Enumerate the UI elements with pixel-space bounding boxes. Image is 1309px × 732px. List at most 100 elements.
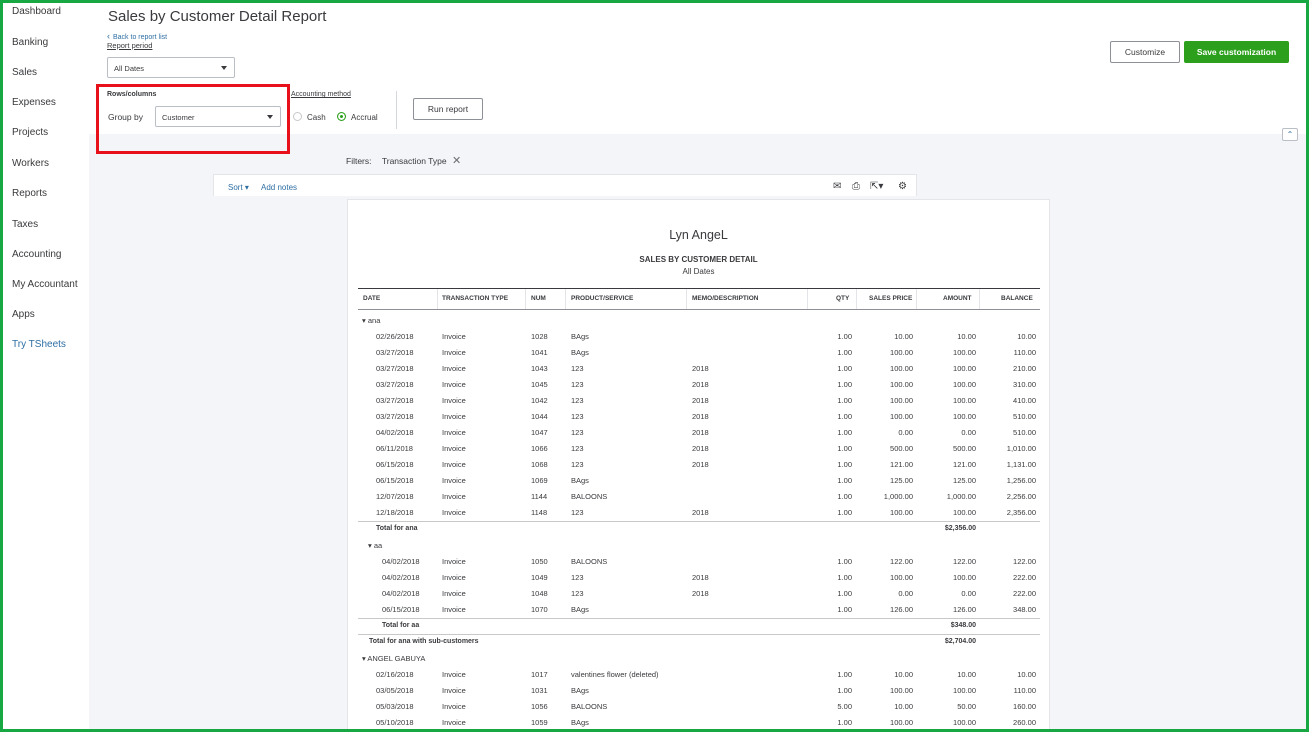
column-header-amount[interactable]: AMOUNT: [943, 295, 972, 302]
column-header-product-service[interactable]: PRODUCT/SERVICE: [571, 295, 633, 302]
cell-transaction-type[interactable]: Invoice: [442, 444, 466, 453]
cell-transaction-type[interactable]: Invoice: [442, 332, 466, 341]
sidebar-item-workers[interactable]: Workers: [12, 158, 49, 169]
sort-dropdown[interactable]: Sort ▾: [228, 183, 249, 192]
cell-amount: 121.00: [953, 460, 976, 469]
sidebar-item-expenses[interactable]: Expenses: [12, 97, 56, 108]
cell-memo: 2018: [692, 396, 709, 405]
cell-sales-price: 10.00: [894, 670, 913, 679]
table-row[interactable]: 05/03/2018 Invoice 1056 BALOONS 5.00 10.00 50.…: [348, 698, 1051, 714]
table-row[interactable]: 04/02/2018 Invoice 1049 123 2018 1.00 100.00 10…: [348, 569, 1051, 585]
cell-transaction-type[interactable]: Invoice: [442, 718, 466, 727]
table-row[interactable]: 03/27/2018 Invoice 1042 123 2018 1.00 100.00 10…: [348, 392, 1051, 408]
cell-transaction-type[interactable]: Invoice: [442, 492, 466, 501]
sidebar-item-banking[interactable]: Banking: [12, 37, 48, 48]
cell-qty: 1.00: [837, 605, 852, 614]
add-notes-link[interactable]: Add notes: [261, 183, 297, 192]
cell-transaction-type[interactable]: Invoice: [442, 702, 466, 711]
cell-date: 02/16/2018: [376, 670, 414, 679]
total-amount[interactable]: $2,704.00: [945, 638, 976, 645]
column-header-memo-description[interactable]: MEMO/DESCRIPTION: [692, 295, 758, 302]
table-row[interactable]: 12/18/2018 Invoice 1148 123 2018 1.00 100.00 10…: [348, 504, 1051, 520]
column-header-qty[interactable]: QTY: [836, 295, 849, 302]
cell-transaction-type[interactable]: Invoice: [442, 428, 466, 437]
sidebar-item-taxes[interactable]: Taxes: [12, 219, 38, 230]
cell-product-service: 123: [571, 380, 584, 389]
cell-qty: 1.00: [837, 412, 852, 421]
table-row[interactable]: 03/27/2018 Invoice 1043 123 2018 1.00 100.00 10…: [348, 360, 1051, 376]
cell-transaction-type[interactable]: Invoice: [442, 508, 466, 517]
cell-transaction-type[interactable]: Invoice: [442, 364, 466, 373]
cell-product-service: BAgs: [571, 348, 589, 357]
save-customization-button[interactable]: Save customization: [1184, 41, 1289, 63]
cell-transaction-type[interactable]: Invoice: [442, 412, 466, 421]
sidebar-item-my-accountant[interactable]: My Accountant: [12, 279, 78, 290]
cell-transaction-type[interactable]: Invoice: [442, 670, 466, 679]
cell-transaction-type[interactable]: Invoice: [442, 460, 466, 469]
cell-transaction-type[interactable]: Invoice: [442, 380, 466, 389]
cell-transaction-type[interactable]: Invoice: [442, 573, 466, 582]
table-row[interactable]: 04/02/2018 Invoice 1050 BALOONS 1.00 122.00 12…: [348, 553, 1051, 569]
table-row[interactable]: 03/27/2018 Invoice 1044 123 2018 1.00 100.00 10…: [348, 408, 1051, 424]
remove-filter-icon[interactable]: ✕: [452, 155, 461, 167]
run-report-button[interactable]: Run report: [413, 98, 483, 120]
customer-group-header[interactable]: ▾ aa: [348, 537, 1051, 553]
table-row[interactable]: 06/15/2018 Invoice 1069 BAgs 1.00 125.00 125.0…: [348, 472, 1051, 488]
radio-accrual[interactable]: Accrual: [337, 112, 378, 122]
radio-circle-selected: [337, 112, 346, 121]
sidebar-item-apps[interactable]: Apps: [12, 309, 35, 320]
total-amount[interactable]: $348.00: [951, 622, 976, 629]
column-header-transaction-type[interactable]: TRANSACTION TYPE: [442, 295, 508, 302]
print-icon[interactable]: ⎙: [852, 181, 860, 192]
cell-balance: 10.00: [1017, 332, 1036, 341]
table-row[interactable]: 02/26/2018 Invoice 1028 BAgs 1.00 10.00 10.00 1…: [348, 328, 1051, 344]
cell-qty: 1.00: [837, 589, 852, 598]
sidebar-item-projects[interactable]: Projects: [12, 127, 48, 138]
table-row[interactable]: 05/10/2018 Invoice 1059 BAgs 1.00 100.00 100.0…: [348, 714, 1051, 729]
table-row[interactable]: 04/02/2018 Invoice 1047 123 2018 1.00 0.00 0.00…: [348, 424, 1051, 440]
sidebar-item-reports[interactable]: Reports: [12, 188, 47, 199]
cell-transaction-type[interactable]: Invoice: [442, 348, 466, 357]
sidebar-item-accounting[interactable]: Accounting: [12, 249, 61, 260]
cell-product-service: BAgs: [571, 605, 589, 614]
sidebar-item-dashboard[interactable]: Dashboard: [12, 6, 61, 17]
table-row[interactable]: 03/27/2018 Invoice 1045 123 2018 1.00 100.00 10…: [348, 376, 1051, 392]
email-icon[interactable]: ✉: [833, 181, 841, 192]
table-row[interactable]: 06/15/2018 Invoice 1070 BAgs 1.00 126.00 126.0…: [348, 601, 1051, 617]
cell-num: 1042: [531, 396, 548, 405]
collapse-panel-button[interactable]: ⌃: [1282, 128, 1298, 141]
customize-button[interactable]: Customize: [1110, 41, 1180, 63]
customer-group-header[interactable]: ▾ ana: [348, 312, 1051, 328]
customer-group-header[interactable]: ▾ ANGEL GABUYA: [348, 650, 1051, 666]
cell-transaction-type[interactable]: Invoice: [442, 557, 466, 566]
main-content: Sales by Customer Detail Report ‹ Back to…: [89, 3, 1306, 729]
table-row[interactable]: 06/15/2018 Invoice 1068 123 2018 1.00 121.00 12…: [348, 456, 1051, 472]
customer-name: ▾ aa: [368, 541, 383, 550]
cell-transaction-type[interactable]: Invoice: [442, 396, 466, 405]
table-row[interactable]: 03/05/2018 Invoice 1031 BAgs 1.00 100.00 100.0…: [348, 682, 1051, 698]
sidebar-item-sales[interactable]: Sales: [12, 67, 37, 78]
back-to-report-list-link[interactable]: ‹ Back to report list: [107, 31, 167, 41]
table-row[interactable]: 06/11/2018 Invoice 1066 123 2018 1.00 500.00 50…: [348, 440, 1051, 456]
gear-icon[interactable]: ⚙: [898, 181, 907, 192]
total-amount[interactable]: $2,356.00: [945, 525, 976, 532]
column-header-num[interactable]: NUM: [531, 295, 546, 302]
table-row[interactable]: 03/27/2018 Invoice 1041 BAgs 1.00 100.00 100.0…: [348, 344, 1051, 360]
cell-qty: 1.00: [837, 444, 852, 453]
cell-transaction-type[interactable]: Invoice: [442, 686, 466, 695]
cell-amount: 1,000.00: [946, 492, 976, 501]
column-header-sales-price[interactable]: SALES PRICE: [869, 295, 912, 302]
table-row[interactable]: 04/02/2018 Invoice 1048 123 2018 1.00 0.00 0.00…: [348, 585, 1051, 601]
cell-sales-price: 125.00: [890, 476, 913, 485]
column-header-balance[interactable]: BALANCE: [1001, 295, 1033, 302]
report-period-select[interactable]: All Dates: [107, 57, 235, 78]
column-header-date[interactable]: DATE: [363, 295, 380, 302]
cell-transaction-type[interactable]: Invoice: [442, 476, 466, 485]
table-row[interactable]: 12/07/2018 Invoice 1144 BALOONS 1.00 1,000.00…: [348, 488, 1051, 504]
cell-transaction-type[interactable]: Invoice: [442, 589, 466, 598]
radio-cash[interactable]: Cash: [293, 112, 326, 122]
table-row[interactable]: 02/16/2018 Invoice 1017 valentines flower (…: [348, 666, 1051, 682]
sidebar-item-try-tsheets[interactable]: Try TSheets: [12, 339, 66, 350]
cell-transaction-type[interactable]: Invoice: [442, 605, 466, 614]
export-icon[interactable]: ⇱▾: [870, 181, 883, 192]
